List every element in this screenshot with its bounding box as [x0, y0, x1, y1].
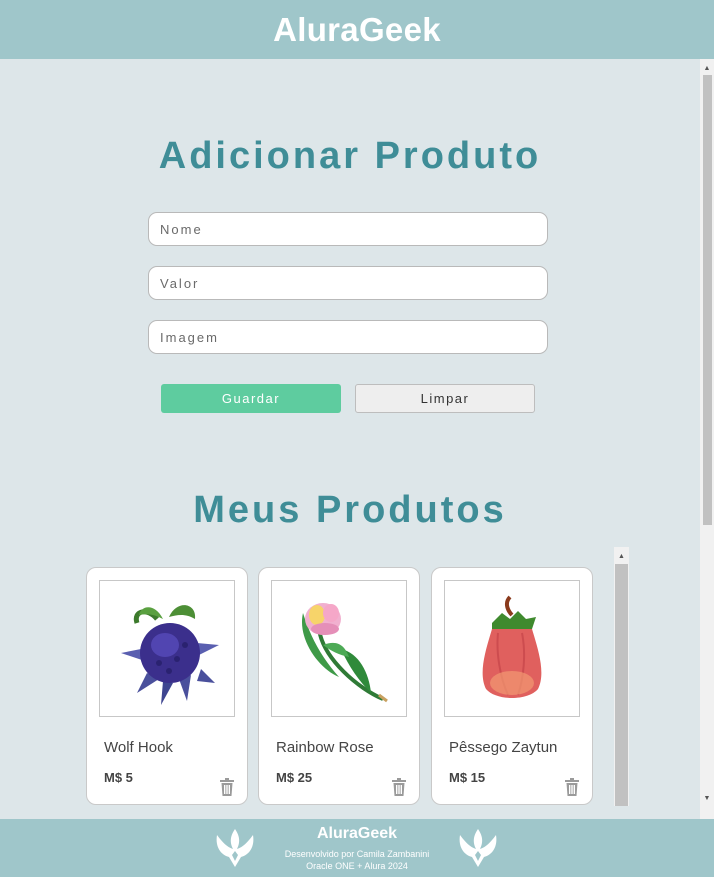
zaytun-peach-fruit-icon: [482, 595, 542, 698]
product-name: Pêssego Zaytun: [449, 739, 558, 756]
page-scrollbar[interactable]: ▲ ▼: [700, 59, 714, 819]
header-logo[interactable]: AluraGeek: [273, 11, 441, 49]
my-products-title: Meus Produtos: [193, 489, 507, 531]
product-list: Wolf Hook M$ 5 Rainbow Rose M$ 25 Pêsseg…: [86, 546, 628, 808]
product-price: M$ 5: [104, 770, 133, 785]
trash-icon[interactable]: [219, 778, 235, 796]
name-input[interactable]: [148, 212, 548, 246]
footer-program: Oracle ONE + Alura 2024: [306, 861, 408, 871]
footer-credit: Desenvolvido por Camila Zambanini: [284, 849, 430, 859]
product-name: Wolf Hook: [104, 739, 173, 756]
scroll-down-arrow-icon[interactable]: ▼: [700, 791, 714, 805]
save-button[interactable]: Guardar: [161, 384, 341, 413]
emblem-logo-icon: [459, 829, 497, 867]
trash-icon[interactable]: [564, 778, 580, 796]
scrollbar-thumb[interactable]: [615, 564, 628, 806]
main-content: Adicionar Produto Guardar Limpar Meus Pr…: [0, 59, 700, 819]
product-image: [99, 580, 235, 717]
product-card: Wolf Hook M$ 5: [86, 567, 248, 805]
product-name: Rainbow Rose: [276, 739, 374, 756]
wolf-hook-fruit-icon: [121, 604, 219, 705]
product-price: M$ 15: [449, 770, 486, 785]
scroll-up-arrow-icon[interactable]: ▲: [614, 549, 629, 563]
value-input[interactable]: [148, 266, 548, 300]
footer-brand: AluraGeek: [316, 825, 398, 842]
clear-button[interactable]: Limpar: [355, 384, 535, 413]
product-image: [271, 580, 407, 717]
scrollbar-thumb[interactable]: [703, 75, 712, 525]
header-bar: AluraGeek: [0, 0, 714, 59]
product-card: Pêssego Zaytun M$ 15: [431, 567, 593, 805]
rainbow-rose-flower-icon: [301, 602, 388, 702]
add-product-title: Adicionar Produto: [158, 135, 542, 177]
footer: AluraGeek Desenvolvido por Camila Zamban…: [0, 819, 714, 877]
product-card: Rainbow Rose M$ 25: [258, 567, 420, 805]
scroll-up-arrow-icon[interactable]: ▲: [700, 61, 714, 75]
product-list-scrollbar[interactable]: ▲: [614, 547, 629, 806]
trash-icon[interactable]: [391, 778, 407, 796]
image-input[interactable]: [148, 320, 548, 354]
product-price: M$ 25: [276, 770, 313, 785]
product-image: [444, 580, 580, 717]
